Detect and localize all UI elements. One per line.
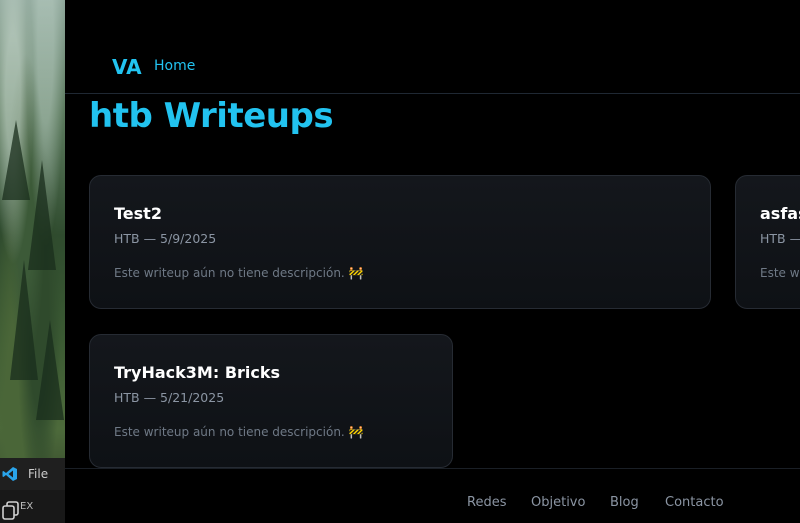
- desktop: File EX VA Home htb Writeups Test2 HTB —…: [0, 0, 800, 523]
- editor-menu-bar: File: [0, 458, 65, 490]
- editor-sidebar-row: EX: [0, 490, 65, 523]
- writeup-card[interactable]: TryHack3M: Bricks HTB — 5/21/2025 Este w…: [89, 334, 453, 468]
- card-description: Este writeup aún no tiene descripción. 🚧: [114, 266, 364, 280]
- wallpaper-tree: [28, 160, 56, 270]
- navbar: VA Home: [65, 52, 800, 94]
- card-title[interactable]: asfas: [760, 204, 800, 223]
- writeup-card[interactable]: Test2 HTB — 5/9/2025 Este writeup aún no…: [89, 175, 711, 309]
- footer-link-redes[interactable]: Redes: [467, 495, 506, 510]
- card-description: Este writeup aún no tiene descripción. 🚧: [114, 425, 364, 439]
- page-title: htb Writeups: [89, 96, 334, 136]
- footer-link-objetivo[interactable]: Objetivo: [531, 495, 585, 510]
- writeup-card[interactable]: asfas HTB — Este wr: [735, 175, 800, 309]
- card-description: Este wr: [760, 266, 800, 280]
- card-meta: HTB — 5/9/2025: [114, 231, 217, 246]
- copy-icon[interactable]: [0, 500, 22, 523]
- file-menu[interactable]: File: [28, 467, 48, 481]
- wallpaper-tree: [36, 320, 64, 420]
- card-title[interactable]: TryHack3M: Bricks: [114, 363, 280, 382]
- wallpaper-tree: [10, 260, 38, 380]
- card-meta: HTB —: [760, 231, 800, 246]
- footer-link-blog[interactable]: Blog: [610, 495, 639, 510]
- footer: Redes Objetivo Blog Contacto: [65, 468, 800, 523]
- desktop-wallpaper: [0, 0, 65, 523]
- editor-window-strip: File EX: [0, 458, 65, 523]
- site-logo[interactable]: VA: [112, 55, 142, 79]
- wallpaper-tree: [2, 120, 30, 200]
- vscode-icon[interactable]: [0, 464, 20, 484]
- footer-link-contacto[interactable]: Contacto: [665, 495, 724, 510]
- card-title[interactable]: Test2: [114, 204, 162, 223]
- card-meta: HTB — 5/21/2025: [114, 390, 225, 405]
- nav-home-link[interactable]: Home: [154, 58, 195, 74]
- browser-viewport: VA Home htb Writeups Test2 HTB — 5/9/202…: [65, 0, 800, 523]
